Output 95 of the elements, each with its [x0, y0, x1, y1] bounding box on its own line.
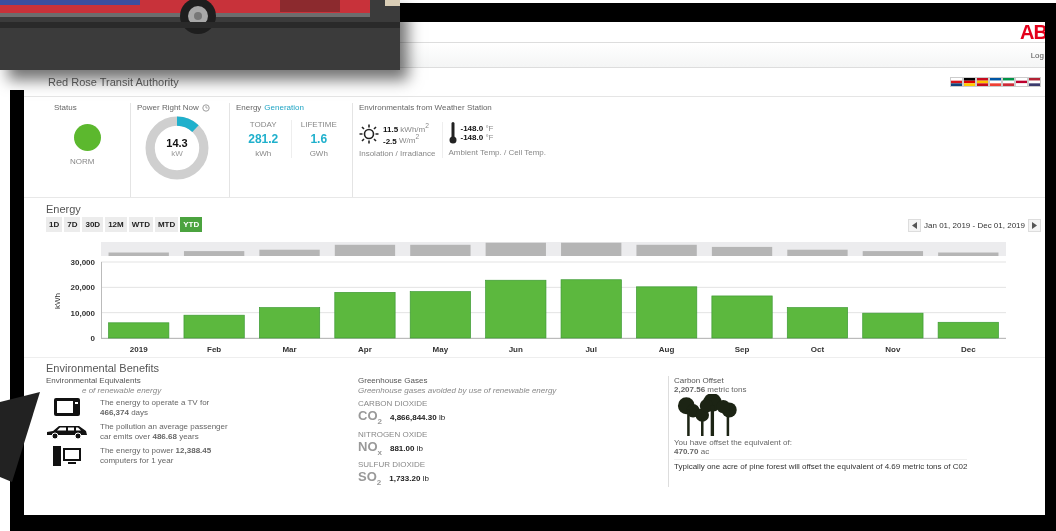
- weather-label: Environmentals from Weather Station: [359, 103, 493, 112]
- section-heading: Energy: [46, 203, 82, 215]
- gas-value: 4,866,844.30 lb: [389, 413, 446, 422]
- range-tab[interactable]: 12M: [105, 217, 127, 232]
- offset-equivalent: 470.70 ac: [674, 447, 710, 456]
- chart-bar: [183, 314, 245, 339]
- category-label: Oct: [810, 345, 825, 354]
- range-tab[interactable]: 1D: [46, 217, 63, 232]
- chart-bar: [937, 321, 999, 339]
- gas-formula: NO$_{x}$: [358, 438, 382, 457]
- chart-bar: [485, 279, 547, 339]
- flag-icon[interactable]: [950, 77, 963, 87]
- power-gauge: [145, 116, 209, 180]
- lifetime-value: 1.6: [310, 132, 328, 146]
- column-title: Carbon Offset: [674, 376, 724, 385]
- irradiance-value: -2.5 W/m$^{2}$: [383, 133, 421, 146]
- category-label: Mar: [282, 345, 297, 354]
- chart-bar: [862, 312, 924, 339]
- range-tab[interactable]: MTD: [154, 217, 179, 232]
- range-tab[interactable]: 7D: [64, 217, 81, 232]
- chart-bar: [259, 307, 321, 339]
- section-heading: Environmental Benefits: [46, 362, 161, 374]
- category-label: Feb: [207, 345, 222, 354]
- gas-formula: CO$_{2}$: [358, 408, 382, 426]
- today-value: 281.2: [248, 132, 279, 146]
- status-label: Status: [54, 103, 77, 112]
- sun-icon: [359, 123, 379, 144]
- category-label: Jul: [585, 345, 597, 354]
- gas-label: NITROGEN OXIDE: [358, 429, 428, 439]
- tick-label: 30,000: [70, 258, 95, 267]
- temp-caption: Ambient Temp. / Cell Temp.: [448, 148, 548, 157]
- power-unit: kW: [171, 149, 183, 158]
- gas-value: 881.00 lb: [389, 443, 423, 453]
- flag-icon[interactable]: [989, 77, 1002, 87]
- today-unit: kWh: [255, 149, 272, 158]
- page-title: Red Rose Transit Authority: [48, 76, 179, 88]
- chart-bar: [711, 295, 773, 339]
- chart-bar: [786, 307, 848, 339]
- sun-caption: Insolation / Irradiance: [359, 149, 436, 159]
- chart-bar: [560, 279, 622, 339]
- range-tab[interactable]: 30D: [82, 217, 104, 232]
- equivalent-text: The pollution an average passenger car emits over 486.68 years: [100, 421, 229, 443]
- tick-label: 0: [90, 334, 95, 343]
- thermometer-icon: [448, 122, 457, 144]
- offset-note: Typically one acre of pine forest will offset the equivalent of 4.69 metric tons of C02: [674, 459, 968, 471]
- category-label: Sep: [734, 345, 750, 354]
- flag-icon[interactable]: [1015, 77, 1028, 87]
- power-value: 14.3: [166, 138, 188, 149]
- chart-bar: [108, 322, 170, 339]
- category-label: Nov: [885, 345, 901, 354]
- today-label: TODAY: [249, 120, 277, 129]
- column-title: Greenhouse Gases: [358, 376, 428, 385]
- column-title: Environmental Equivalents: [46, 376, 141, 385]
- offset-amount: 2,207.56 metric tons: [674, 385, 747, 394]
- category-label: Jun: [508, 345, 523, 354]
- category-label: Dec: [960, 345, 976, 354]
- gas-value: 1,733.20 lb: [389, 474, 429, 484]
- category-label: Aug: [658, 345, 675, 354]
- lifetime-label: LIFETIME: [300, 120, 337, 129]
- equivalent-text: The energy to power 12,388.45 computers for 1 year: [100, 445, 213, 467]
- energy-label: Energy: [236, 103, 262, 112]
- date-range: Jan 01, 2019 - Dec 01, 2019: [924, 221, 1025, 230]
- category-label: May: [432, 345, 449, 354]
- gas-label: CARBON DIOXIDE: [358, 399, 428, 408]
- column-subtitle: Greenhouse gases avoided by use of renewable energy: [358, 386, 557, 395]
- equivalent-text: The energy to operate a TV for 466,374 days: [100, 398, 211, 419]
- ambient-temp-value: -148.0 °F: [460, 124, 494, 133]
- axis-label: kWh: [53, 293, 62, 309]
- next-button[interactable]: [1028, 219, 1041, 232]
- status-value: NORM: [70, 157, 95, 166]
- lifetime-unit: GWh: [309, 149, 328, 158]
- caret-icon: [912, 222, 918, 229]
- insolation-value: 11.5 kWh/m$^{2}$: [383, 122, 429, 134]
- tick-label: 10,000: [70, 308, 95, 318]
- cell-temp-value: -148.0 °F: [460, 133, 494, 142]
- caret-icon: [1032, 222, 1037, 229]
- chart-bar: [409, 291, 471, 339]
- category-label: Apr: [358, 345, 372, 354]
- nav-link[interactable]: Log: [1030, 50, 1044, 60]
- category-label: 2019: [129, 345, 148, 354]
- range-tab[interactable]: WTD: [128, 217, 153, 232]
- computer-icon: [53, 445, 81, 466]
- gas-label: SULFUR DIOXIDE: [358, 460, 426, 470]
- gas-formula: SO$_{2}$: [358, 469, 382, 487]
- tv-icon: [54, 398, 80, 419]
- car-icon: [46, 425, 88, 440]
- chart-bar: [334, 292, 396, 339]
- offset-label: You have offset the equivalent of:: [674, 438, 792, 447]
- previous-button[interactable]: [908, 219, 922, 232]
- flag-icon[interactable]: [963, 77, 976, 87]
- tick-label: 20,000: [70, 283, 95, 293]
- chart-bar: [636, 286, 698, 339]
- flag-icon[interactable]: [1028, 77, 1041, 87]
- column-subtitle: e of renewable energy: [82, 386, 162, 395]
- power-label: Power Right Now: [137, 103, 199, 112]
